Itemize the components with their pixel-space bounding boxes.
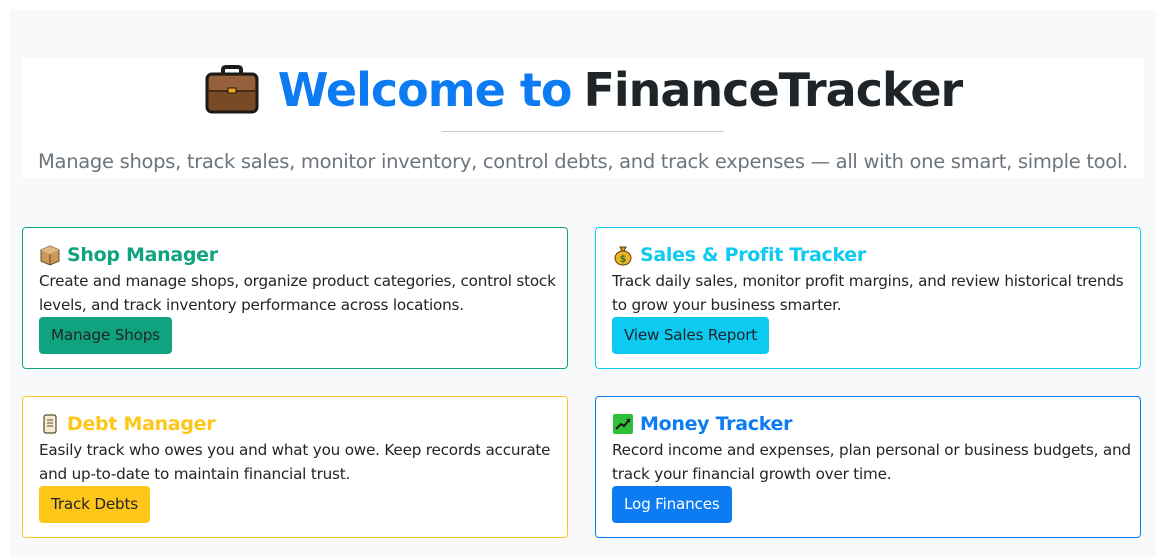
tagline: Manage shops, track sales, monitor inven… (38, 150, 1128, 173)
divider (442, 131, 724, 132)
card-title-text: Debt Manager (67, 413, 216, 435)
card-description: Track daily sales, monitor profit margin… (612, 272, 1124, 314)
svg-text:$: $ (620, 254, 627, 265)
view-sales-report-button[interactable]: View Sales Report (612, 317, 770, 354)
card-shop-manager: Shop Manager Create and manage shops, or… (22, 227, 568, 369)
card-title-text: Sales & Profit Tracker (640, 244, 866, 266)
card-title: $ Sales & Profit Tracker (612, 244, 866, 266)
card-title: Shop Manager (39, 244, 218, 266)
chart-increasing-icon (612, 413, 634, 435)
track-debts-button[interactable]: Track Debts (39, 486, 150, 523)
card-sales-profit-tracker: $ Sales & Profit Tracker Track daily sal… (595, 227, 1141, 369)
card-description: Record income and expenses, plan persona… (612, 441, 1131, 483)
title-accent: Welcome to (277, 63, 573, 117)
card-title: Money Tracker (612, 413, 792, 435)
page-container: Welcome to FinanceTracker Manage shops, … (10, 10, 1156, 557)
scroll-icon (39, 413, 61, 435)
page-title: Welcome to FinanceTracker (22, 62, 1144, 118)
log-finances-button[interactable]: Log Finances (612, 486, 732, 523)
manage-shops-button[interactable]: Manage Shops (39, 317, 172, 354)
card-description: Create and manage shops, organize produc… (39, 272, 556, 314)
card-description: Easily track who owes you and what you o… (39, 441, 551, 483)
briefcase-icon (204, 65, 260, 115)
money-bag-icon: $ (612, 244, 634, 266)
package-icon (39, 244, 61, 266)
hero-section: Welcome to FinanceTracker Manage shops, … (22, 58, 1144, 178)
card-debt-manager: Debt Manager Easily track who owes you a… (22, 396, 568, 538)
title-brand: FinanceTracker (583, 63, 963, 117)
card-title: Debt Manager (39, 413, 216, 435)
card-money-tracker: Money Tracker Record income and expenses… (595, 396, 1141, 538)
card-title-text: Shop Manager (67, 244, 218, 266)
card-title-text: Money Tracker (640, 413, 793, 435)
